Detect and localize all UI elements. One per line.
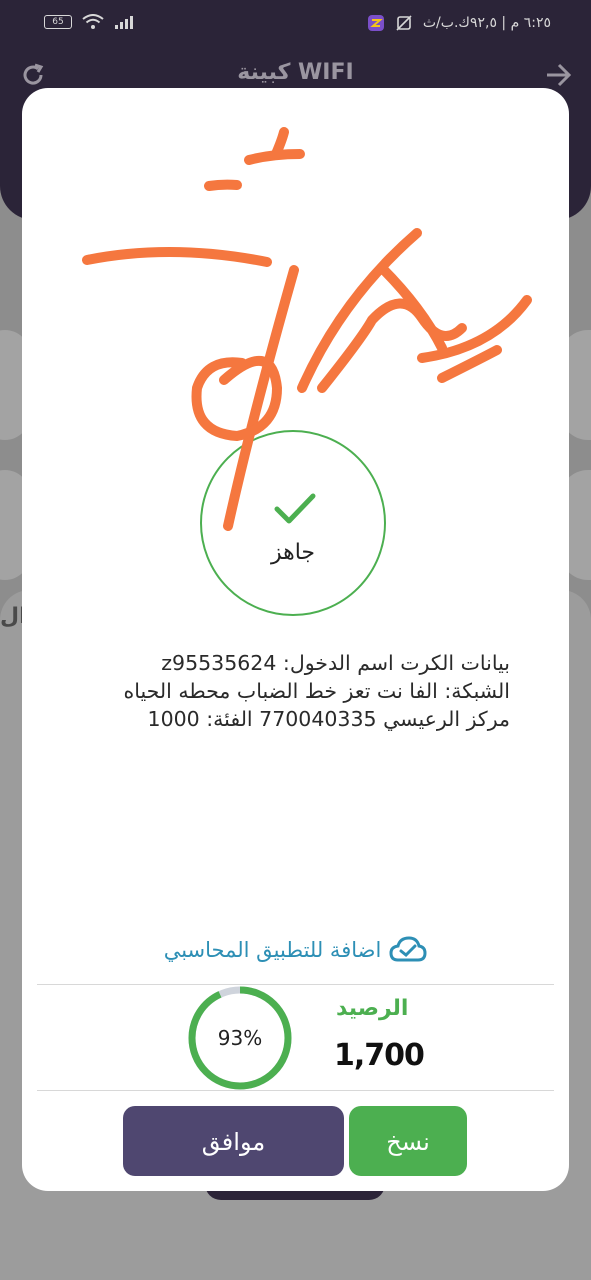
card-details-line: الشبكة: الفا نت تعز خط الضباب محطه الحيا… — [123, 679, 511, 703]
signal-icon — [115, 16, 133, 29]
status-right: ٦:٢٥ م | ٩٢,٥ك.ب/ث — [367, 14, 551, 32]
status-time: ٦:٢٥ م | ٩٢,٥ك.ب/ث — [422, 15, 551, 31]
card-details: بيانات الكرت اسم الدخول: z95535624 الشبك… — [82, 649, 511, 733]
ready-status-indicator: جاهز — [200, 430, 386, 616]
arrow-back-icon[interactable] — [543, 60, 573, 90]
cloud-check-icon — [389, 936, 427, 962]
ready-label: جاهز — [270, 540, 316, 565]
wifi-icon — [82, 14, 104, 29]
notification-muted-icon — [396, 15, 412, 31]
status-bar: 65 ٦:٢٥ م | ٩٢,٥ك.ب/ث — [0, 0, 591, 52]
app-notification-icon — [367, 15, 384, 31]
balance-title: الرصيد — [336, 996, 409, 1021]
balance-value: 1,700 — [334, 1038, 425, 1073]
card-details-line: بيانات الكرت اسم الدخول: z95535624 — [161, 651, 510, 675]
ok-button[interactable]: موافق — [123, 1106, 344, 1176]
app-title: كبينة WIFI — [237, 60, 354, 85]
divider — [37, 1090, 554, 1091]
divider — [37, 984, 554, 985]
card-details-line: مركز الرعيسي 770040335 الفئة: 1000 — [147, 707, 510, 731]
add-to-accounting-link[interactable]: اضافة للتطبيق المحاسبي — [22, 936, 569, 964]
status-left: 65 — [44, 14, 136, 30]
add-to-accounting-label: اضافة للتطبيق المحاسبي — [163, 938, 382, 962]
copy-button[interactable]: نسخ — [349, 1106, 467, 1176]
battery-icon: 65 — [44, 15, 72, 29]
card-result-dialog: جاهز بيانات الكرت اسم الدخول: z95535624 … — [22, 88, 569, 1191]
check-icon — [274, 493, 316, 524]
progress-percent: 93% — [217, 1026, 263, 1050]
